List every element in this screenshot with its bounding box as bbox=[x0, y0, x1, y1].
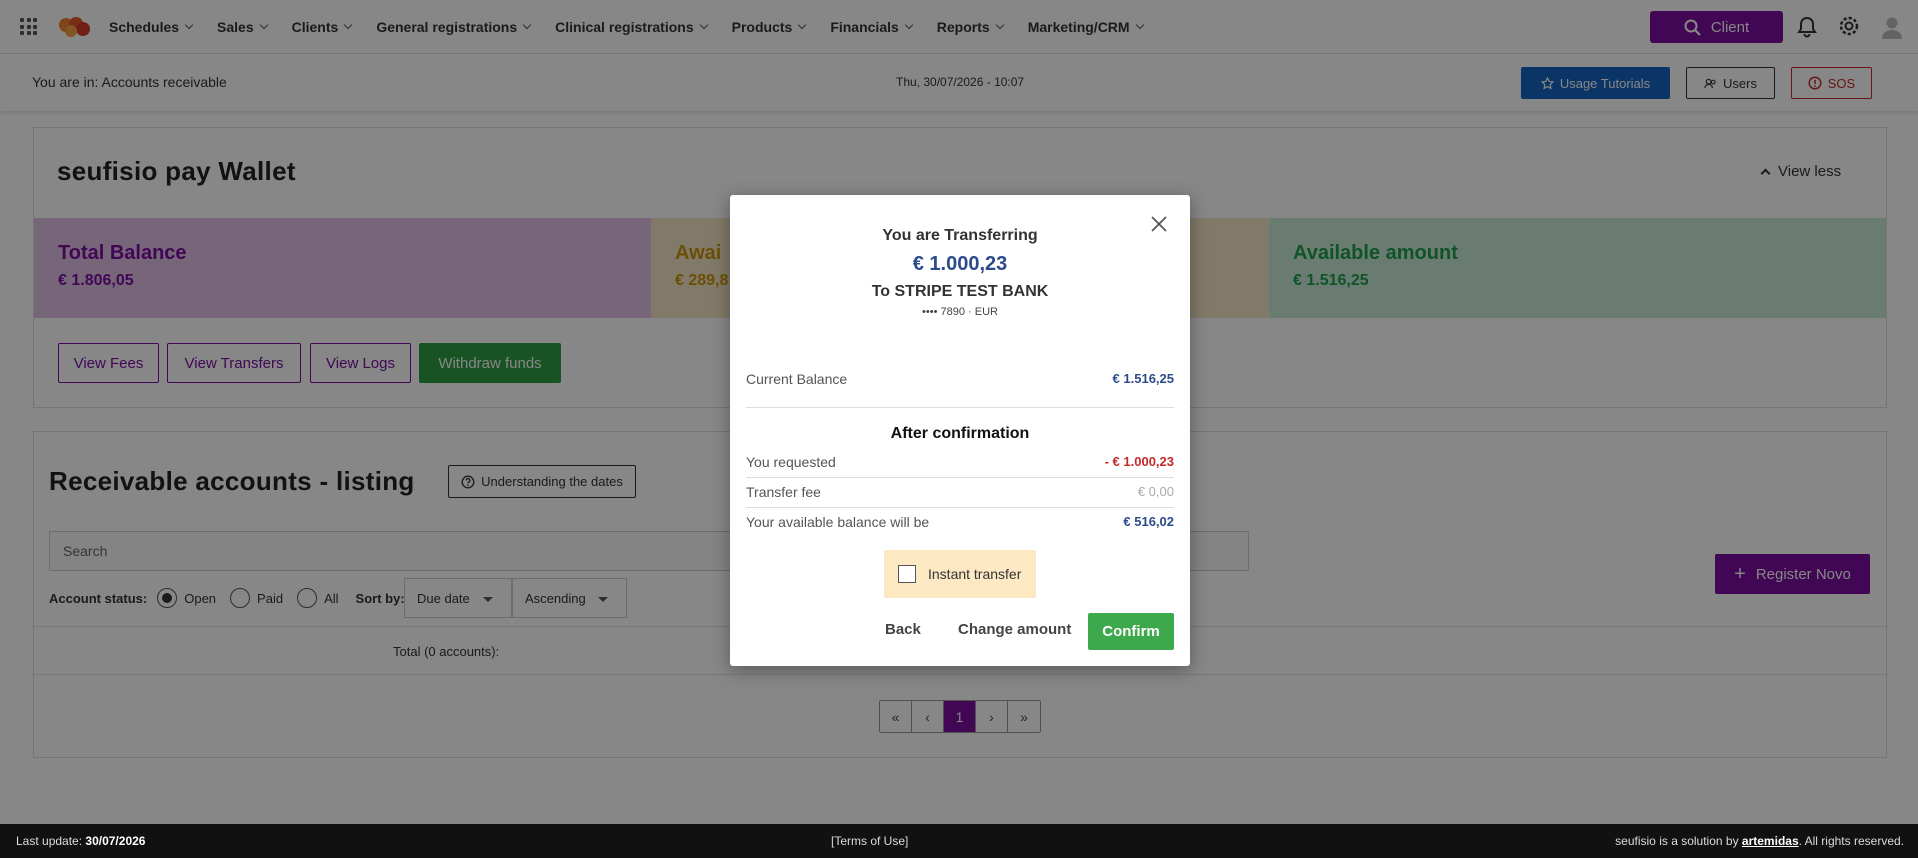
transfer-confirmation-modal: You are Transferring € 1.000,23 To STRIP… bbox=[730, 195, 1190, 666]
row-label: Transfer fee bbox=[746, 484, 821, 500]
row-value: € 516,02 bbox=[1123, 514, 1174, 529]
modal-heading: You are Transferring bbox=[882, 227, 1038, 244]
row-label: Current Balance bbox=[746, 371, 848, 387]
last-update-label: Last update: bbox=[16, 834, 83, 848]
last-update-value: 30/07/2026 bbox=[85, 834, 146, 848]
transfer-amount: € 1.000,23 bbox=[912, 253, 1008, 275]
footer: Last update: 30/07/2026 [Terms of Use] s… bbox=[0, 824, 1918, 858]
credit-text: . All rights reserved. bbox=[1798, 834, 1904, 848]
instant-transfer-checkbox[interactable] bbox=[898, 565, 916, 583]
after-confirmation-heading: After confirmation bbox=[890, 425, 1030, 442]
divider bbox=[746, 407, 1174, 408]
last-update: Last update: 30/07/2026 bbox=[16, 834, 145, 848]
account-number: •••• 7890 · EUR bbox=[922, 306, 998, 318]
credit-text: seufisio is a solution by bbox=[1615, 834, 1739, 848]
row-value: € 0,00 bbox=[1137, 484, 1174, 499]
current-balance-row: Current Balance € 1.516,25 bbox=[746, 371, 1174, 387]
available-balance-row: Your available balance will be € 516,02 bbox=[746, 514, 1174, 530]
requested-row: You requested - € 1.000,23 bbox=[746, 454, 1174, 470]
divider bbox=[746, 477, 1174, 478]
credits: seufisio is a solution by artemidas. All… bbox=[1615, 834, 1904, 848]
divider bbox=[746, 507, 1174, 508]
change-amount-button[interactable]: Change amount bbox=[958, 621, 1071, 638]
instant-transfer-option[interactable]: Instant transfer bbox=[884, 550, 1036, 598]
row-label: Your available balance will be bbox=[746, 514, 930, 530]
confirm-button[interactable]: Confirm bbox=[1088, 613, 1174, 650]
transfer-fee-row: Transfer fee € 0,00 bbox=[746, 484, 1174, 500]
back-button[interactable]: Back bbox=[885, 621, 921, 638]
row-label: You requested bbox=[746, 454, 836, 470]
destination-bank: To STRIPE TEST BANK bbox=[871, 283, 1049, 300]
brand-link[interactable]: artemidas bbox=[1742, 834, 1799, 848]
row-value: - € 1.000,23 bbox=[1104, 454, 1174, 469]
terms-link[interactable]: [Terms of Use] bbox=[831, 834, 908, 848]
row-value: € 1.516,25 bbox=[1112, 371, 1174, 386]
checkbox-label: Instant transfer bbox=[928, 566, 1022, 582]
